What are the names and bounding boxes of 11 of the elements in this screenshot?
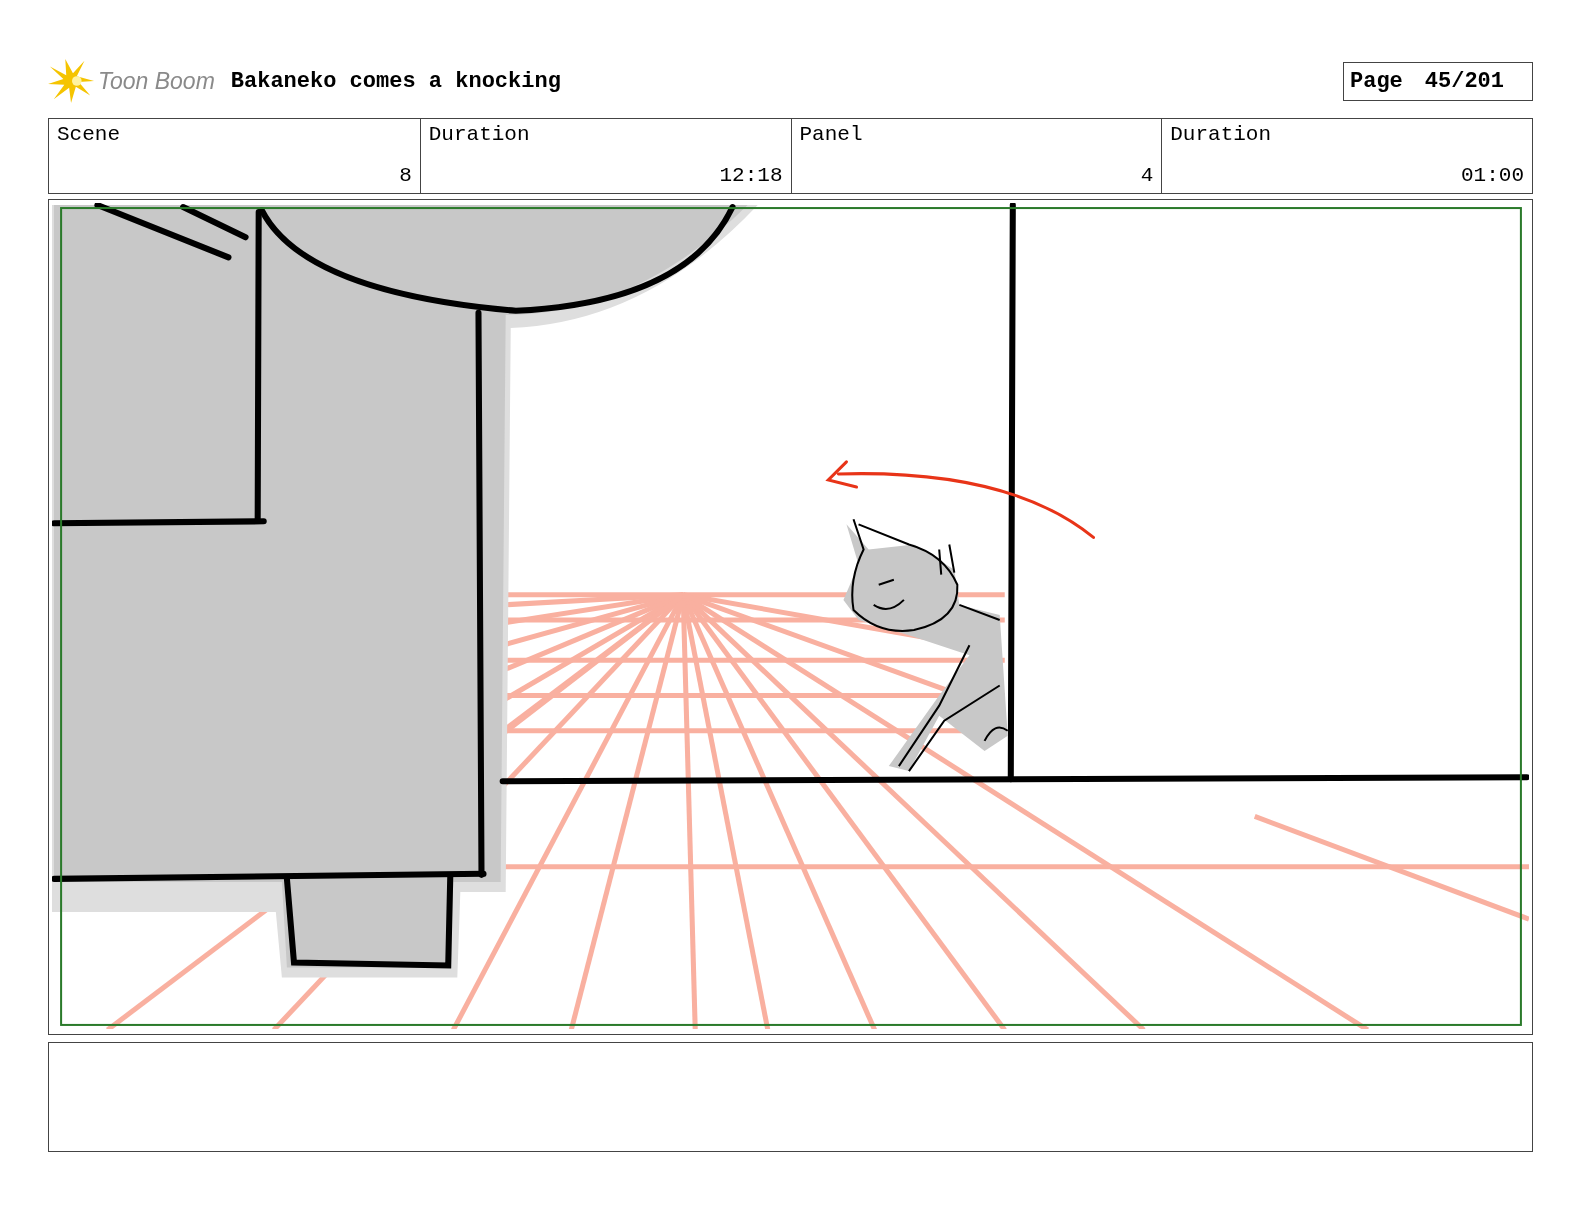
page-counter: Page 45/201 <box>1343 61 1533 101</box>
table-cell: 12:18 <box>719 164 783 187</box>
table-cell: 8 <box>399 164 412 187</box>
column-header: Panel <box>799 123 864 146</box>
column-header: Scene <box>57 123 121 146</box>
column-header: Duration <box>1170 123 1273 146</box>
storyboard-title: Bakaneko comes a knocking <box>230 68 561 94</box>
brand-name: Toon Boom <box>98 67 215 95</box>
table-cell: 4 <box>1140 164 1154 187</box>
table-cell: 01:00 <box>1461 164 1524 187</box>
column-header: Duration <box>428 123 531 146</box>
